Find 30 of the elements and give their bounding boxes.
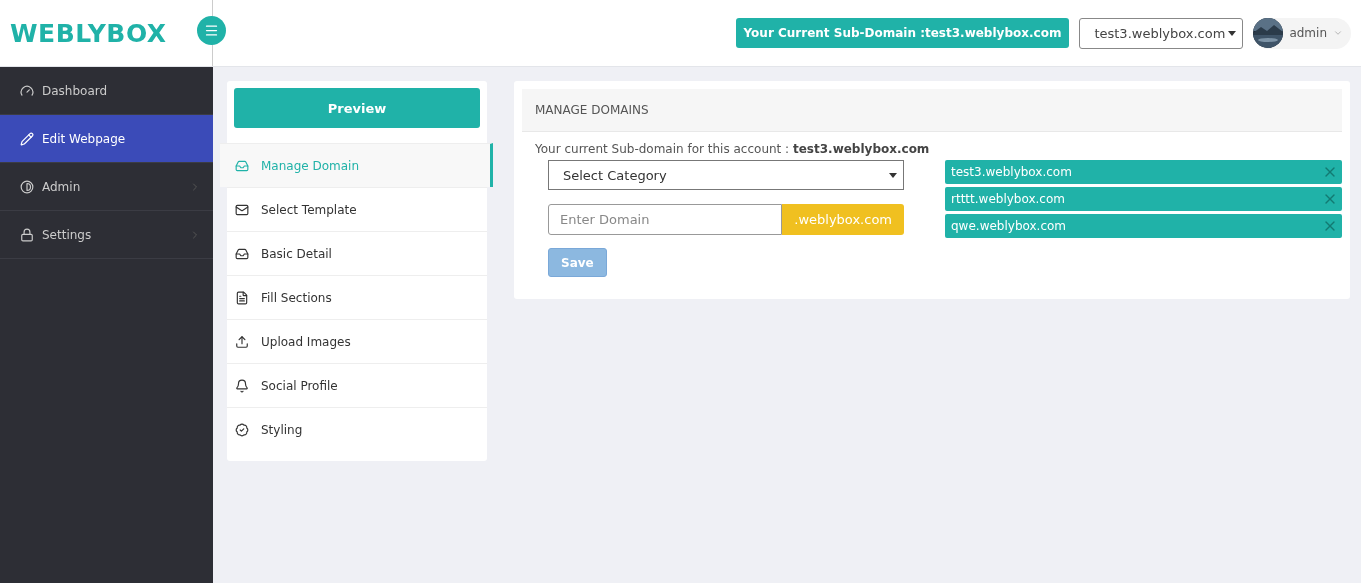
sidebar-item[interactable]: Admin (0, 163, 213, 211)
badge-icon (235, 422, 249, 437)
gauge-icon (20, 83, 34, 98)
menu-icon (204, 23, 219, 38)
lock-icon (20, 227, 34, 242)
domain-tag: rtttt.weblybox.com (945, 187, 1342, 211)
user-menu[interactable]: admin (1253, 17, 1351, 49)
domain-tag: test3.weblybox.com (945, 160, 1342, 184)
domain-tag: qwe.weblybox.com (945, 214, 1342, 238)
caret-icon (1333, 28, 1343, 38)
category-select[interactable]: Select Category (548, 160, 904, 190)
domain-input[interactable]: Enter Domain (548, 204, 783, 235)
inbox-icon (235, 246, 249, 261)
subdomain-badge: Your Current Sub-Domain :test3.weblybox.com (735, 18, 1070, 48)
upload-icon (235, 334, 249, 349)
sidebar-item[interactable]: Settings (0, 211, 213, 259)
caret-icon (889, 172, 897, 178)
current-subdomain-text: Your current Sub-domain for this account : test3.weblybox.com (534, 141, 931, 158)
pencil-icon (20, 131, 34, 146)
inbox-icon (235, 158, 249, 173)
menu-button[interactable] (197, 16, 226, 45)
domain-suffix: .weblybox.com (782, 204, 904, 235)
bell-icon (235, 378, 249, 393)
panel-title: MANAGE DOMAINS (522, 89, 1342, 132)
envelope-icon (235, 202, 249, 217)
logo: WEBLYBOX (10, 18, 167, 48)
caret-icon (1228, 30, 1237, 36)
domain-select[interactable]: test3.weblybox.com (1079, 17, 1244, 49)
sidebar-item[interactable]: Edit Webpage (0, 115, 213, 163)
document-icon (235, 290, 249, 305)
